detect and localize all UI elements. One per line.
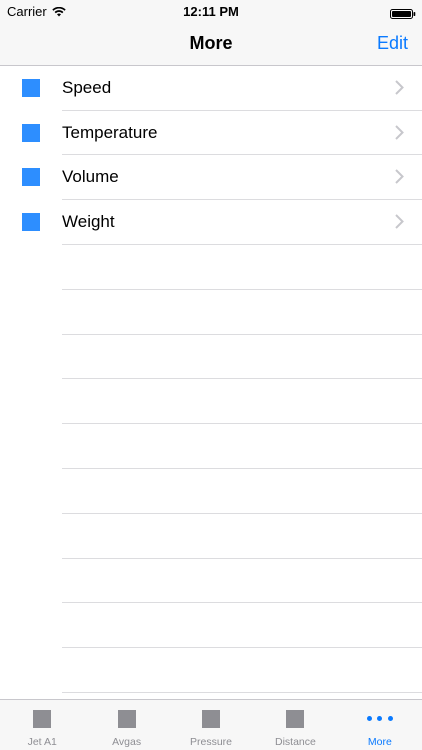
list-item-volume[interactable]: Volume: [0, 155, 422, 200]
square-icon: [22, 213, 40, 232]
list-item-label: Volume: [62, 167, 119, 187]
list-item-label: Weight: [62, 212, 115, 232]
square-icon: [22, 168, 40, 187]
empty-row: [0, 245, 422, 290]
empty-row: [0, 559, 422, 604]
square-icon: [33, 710, 52, 728]
chevron-right-icon: [395, 124, 404, 140]
square-icon: [22, 123, 40, 142]
list-item-temperature[interactable]: Temperature: [0, 111, 422, 156]
tab-label: Avgas: [112, 736, 142, 748]
chevron-right-icon: [395, 169, 404, 185]
edit-button[interactable]: Edit: [377, 33, 408, 54]
navigation-bar: More Edit: [0, 22, 422, 66]
status-time: 12:11 PM: [183, 4, 239, 19]
tab-bar: Jet A1 Avgas Pressure Distance More: [0, 699, 422, 750]
tab-more[interactable]: More: [338, 700, 422, 750]
list-item-speed[interactable]: Speed: [0, 66, 422, 111]
status-bar: Carrier 12:11 PM: [0, 0, 422, 22]
empty-row: [0, 290, 422, 335]
tab-pressure[interactable]: Pressure: [169, 700, 253, 750]
chevron-right-icon: [395, 80, 404, 95]
tab-label: Pressure: [190, 736, 233, 748]
square-icon: [202, 710, 221, 728]
more-list: Speed Temperature Volume Weight: [0, 66, 422, 245]
empty-row: [0, 469, 422, 514]
tab-distance[interactable]: Distance: [253, 700, 337, 750]
square-icon: [117, 710, 136, 728]
square-icon: [286, 710, 305, 728]
empty-list-area: [0, 245, 422, 693]
list-item-label: Temperature: [62, 122, 158, 142]
square-icon: [22, 79, 40, 97]
tab-jet-a1[interactable]: Jet A1: [0, 700, 84, 750]
more-dots-icon: [366, 716, 393, 722]
tab-avgas[interactable]: Avgas: [84, 700, 168, 750]
battery-icon: [390, 6, 416, 19]
list-item-label: Speed: [62, 78, 112, 97]
tab-label: Jet A1: [27, 736, 57, 748]
empty-row: [0, 379, 422, 424]
list-item-weight[interactable]: Weight: [0, 200, 422, 245]
empty-row: [0, 648, 422, 693]
empty-row: [0, 335, 422, 380]
tab-label: More: [367, 736, 392, 748]
empty-row: [0, 514, 422, 559]
tab-label: Distance: [274, 736, 316, 748]
page-title: More: [189, 33, 233, 53]
empty-row: [0, 603, 422, 648]
empty-row: [0, 424, 422, 469]
chevron-right-icon: [395, 214, 404, 229]
